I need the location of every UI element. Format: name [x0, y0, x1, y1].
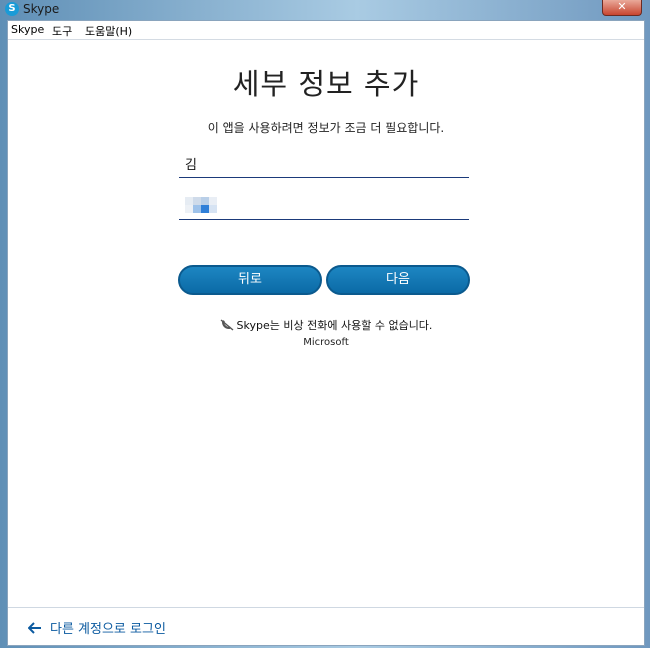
bottom-divider [8, 607, 644, 608]
microsoft-label: Microsoft [303, 337, 349, 348]
window-title: Skype [23, 2, 60, 16]
switch-account-label[interactable]: 다른 계정으로 로그인 [50, 622, 166, 637]
close-button[interactable]: ✕ [602, 0, 642, 16]
menu-item-skype[interactable]: Skype [11, 23, 44, 36]
first-name-input[interactable] [185, 195, 465, 215]
switch-account-link[interactable]: 다른 계정으로 로그인 [27, 618, 166, 637]
arrow-left-icon [27, 622, 42, 634]
back-button[interactable]: 뒤로 [178, 265, 322, 295]
skype-logo-icon: S [5, 2, 19, 16]
first-name-field[interactable] [179, 193, 469, 220]
skype-window: S Skype ✕ Skype 도구 도움말(H) 세부 정보 추가 이 앱을 … [0, 0, 650, 648]
menu-item-help[interactable]: 도움말(H) [85, 23, 132, 39]
client-area: Skype 도구 도움말(H) 세부 정보 추가 이 앱을 사용하려면 정보가 … [7, 20, 645, 646]
last-name-input[interactable] [185, 153, 465, 173]
next-button[interactable]: 다음 [326, 265, 470, 295]
page-title: 세부 정보 추가 [232, 67, 420, 101]
menu-item-tools[interactable]: 도구 [52, 23, 72, 39]
page-subtitle: 이 앱을 사용하려면 정보가 조금 더 필요합니다. [207, 121, 445, 135]
emergency-notice-text: Skype는 비상 전화에 사용할 수 없습니다. [236, 319, 433, 332]
emergency-call-notice: Skype는 비상 전화에 사용할 수 없습니다. [8, 317, 644, 333]
last-name-field[interactable] [179, 151, 469, 178]
menu-bar: Skype 도구 도움말(H) [8, 21, 644, 40]
title-bar: S Skype ✕ [0, 0, 650, 20]
no-phone-icon [220, 319, 234, 331]
redacted-text-blur [185, 197, 217, 213]
